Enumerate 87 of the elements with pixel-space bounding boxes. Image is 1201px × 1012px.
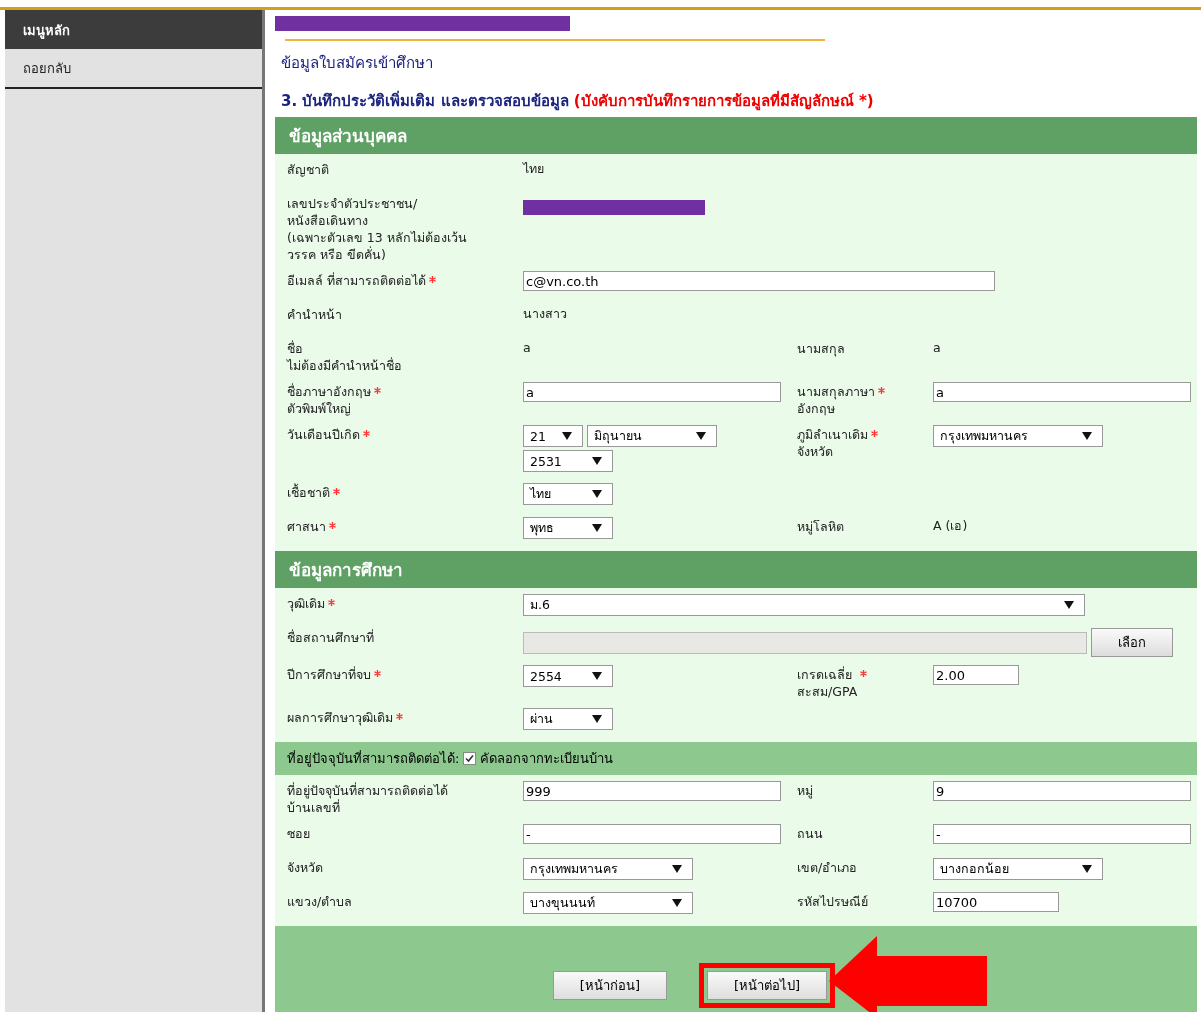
- text-input[interactable]: a: [933, 382, 1191, 402]
- nav-button[interactable]: [หน้าต่อไป]: [707, 971, 828, 1000]
- field-value: ไทย: [523, 161, 544, 176]
- field-label: นามสกุล: [797, 340, 845, 357]
- caret-icon: [562, 432, 572, 440]
- field-label: คำนำหน้า: [287, 306, 342, 323]
- caret-icon: [696, 432, 706, 440]
- field-label: เขต/อำเภอ: [797, 859, 858, 876]
- text-input[interactable]: 10700: [933, 892, 1059, 912]
- dropdown-select[interactable]: 2554: [523, 665, 613, 687]
- required-asterisk-icon: [374, 670, 381, 677]
- section-header: ข้อมูลการศึกษา: [275, 551, 1197, 588]
- field-label: นามสกุลภาษา อังกฤษ: [797, 383, 875, 417]
- field-label: ที่อยู่ปัจจุบันที่สามารถติดต่อได้ บ้านเลขที่: [287, 782, 448, 816]
- field-label: หมู่โลหิต: [797, 518, 844, 535]
- text-input[interactable]: -: [523, 824, 781, 844]
- field-label: ซอย: [287, 825, 310, 842]
- required-asterisk-icon: [860, 670, 868, 677]
- field-label: วุฒิเดิม: [287, 595, 325, 612]
- caret-icon: [1082, 865, 1092, 873]
- sidebar-item[interactable]: ถอยกลับ: [5, 49, 262, 89]
- text-input[interactable]: 9: [933, 781, 1191, 801]
- required-asterisk-icon: [429, 276, 436, 283]
- field-label: เลขประจำตัวประชาชน/ หนังสือเดินทาง (เฉพาะตัวเลข 13 หลักไม่ต้องเว้น วรรค หรือ ขีดคั่น): [287, 195, 467, 263]
- caret-icon: [1064, 601, 1074, 609]
- field-value: A (เอ): [933, 518, 968, 533]
- dropdown-select[interactable]: กรุงเทพมหานคร: [523, 858, 693, 880]
- caret-icon: [592, 490, 602, 498]
- nav-button[interactable]: [หน้าก่อน]: [552, 971, 667, 1000]
- field-label: แขวง/ตำบล: [287, 893, 353, 910]
- field-label: ชื่อสถานศึกษาที่: [287, 629, 374, 646]
- field-label: ผลการศึกษาวุฒิเดิม: [287, 709, 393, 726]
- text-input[interactable]: 999: [523, 781, 781, 801]
- required-asterisk-icon: [396, 713, 403, 720]
- dropdown-select[interactable]: พุทธ: [523, 517, 613, 539]
- caret-icon: [672, 899, 682, 907]
- field-label: จังหวัด: [287, 859, 323, 876]
- text-input[interactable]: c@vn.co.th: [523, 271, 995, 291]
- caret-icon: [592, 457, 602, 465]
- field-label: หมู่: [797, 782, 813, 799]
- field-value: a: [933, 340, 941, 355]
- required-asterisk-icon: [363, 430, 370, 437]
- required-asterisk-icon: [374, 387, 381, 394]
- dropdown-select[interactable]: ผ่าน: [523, 708, 613, 730]
- field-label: วันเดือนปีเกิด: [287, 426, 360, 443]
- required-asterisk-icon: [871, 430, 878, 437]
- dropdown-select[interactable]: 21: [523, 425, 583, 447]
- required-asterisk-icon: [333, 488, 340, 495]
- field-label: เกรดเฉลี่ย สะสม/GPA: [797, 666, 858, 700]
- caret-icon: [592, 715, 602, 723]
- subheader-label: ที่อยู่ปัจจุบันที่สามารถติดต่อได้:: [287, 749, 460, 769]
- field-label: ปีการศึกษาที่จบ: [287, 666, 371, 683]
- field-label: เชื้อชาติ: [287, 484, 330, 501]
- caret-icon: [1082, 432, 1092, 440]
- field-label: อีเมลล์ ที่สามารถติดต่อได้: [287, 272, 426, 289]
- caret-icon: [672, 865, 682, 873]
- caret-icon: [592, 524, 602, 532]
- checkbox-label: คัดลอกจากทะเบียนบ้าน: [480, 750, 614, 768]
- dropdown-select[interactable]: มิถุนายน: [587, 425, 717, 447]
- field-label: ชื่อภาษาอังกฤษ ตัวพิมพ์ใหญ่: [287, 383, 371, 417]
- dropdown-select[interactable]: กรุงเทพมหานคร: [933, 425, 1103, 447]
- page-title: ข้อมูลใบสมัครเข้าศึกษา: [281, 53, 434, 74]
- field-value: a: [523, 340, 531, 355]
- field-label: ชื่อ ไม่ต้องมีคำนำหน้าชื่อ: [287, 340, 402, 374]
- copy-checkbox[interactable]: [463, 752, 477, 765]
- dropdown-select[interactable]: บางขุนนนท์: [523, 892, 693, 914]
- field-label: ศาสนา: [287, 518, 326, 535]
- field-value: นางสาว: [523, 306, 567, 321]
- text-input[interactable]: 2.00: [933, 665, 1019, 685]
- select-button[interactable]: เลือก: [1091, 628, 1173, 657]
- required-asterisk-icon: [329, 522, 336, 529]
- dropdown-select[interactable]: 2531: [523, 450, 613, 472]
- field-label: สัญชาติ: [287, 161, 329, 178]
- field-label: ถนน: [797, 825, 823, 842]
- text-input[interactable]: a: [523, 382, 781, 402]
- dropdown-select[interactable]: ม.6: [523, 594, 1085, 616]
- required-asterisk-icon: [878, 387, 885, 394]
- sidebar-header: เมนูหลัก: [5, 10, 262, 49]
- field-label: ภูมิลำเนาเดิม จังหวัด: [797, 426, 868, 460]
- dropdown-select[interactable]: ไทย: [523, 483, 613, 505]
- text-input[interactable]: -: [933, 824, 1191, 844]
- section-header: ข้อมูลส่วนบุคคล: [275, 117, 1197, 154]
- required-asterisk-icon: [328, 599, 335, 606]
- step-heading: 3. บันทึกประวัติเพิ่มเติม และตรวจสอบข้อมูล (บังคับการบันทึกรายการข้อมูลที่มีสัญลักษณ์ *): [281, 89, 875, 113]
- caret-icon: [592, 672, 602, 680]
- dropdown-select[interactable]: บางกอกน้อย: [933, 858, 1103, 880]
- field-label: รหัสไปรษณีย์: [797, 893, 868, 910]
